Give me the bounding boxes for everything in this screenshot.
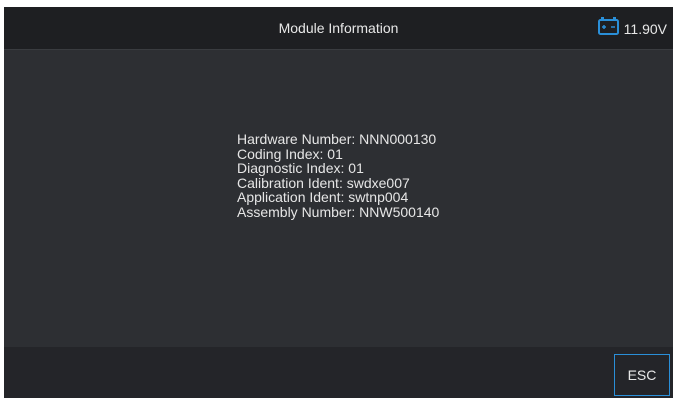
title-bar: Module Information 11.90V [4, 7, 673, 50]
battery-icon [597, 16, 621, 41]
bottom-toolbar: ESC [4, 347, 673, 398]
battery-voltage: 11.90V [623, 20, 667, 37]
module-info-list: Hardware Number: NNN000130 Coding Index:… [237, 132, 439, 219]
assembly-number: Assembly Number: NNW500140 [237, 203, 440, 220]
esc-button[interactable]: ESC [614, 354, 670, 396]
app-screen: Module Information 11.90V Hardware Numbe… [4, 7, 673, 398]
coding-index: Coding Index: 01 [237, 145, 343, 162]
module-info-panel: Hardware Number: NNN000130 Coding Index:… [4, 50, 673, 347]
application-ident: Application Ident: swtnp004 [237, 189, 409, 205]
calibration-ident: Calibration Ident: swdxe007 [237, 174, 410, 191]
page-title: Module Information [278, 20, 399, 36]
battery-icon-graphic [597, 17, 619, 35]
hardware-number: Hardware Number: NNN000130 [237, 131, 437, 147]
battery-status: 11.90V [597, 7, 667, 50]
diagnostic-index: Diagnostic Index: 01 [237, 160, 364, 176]
